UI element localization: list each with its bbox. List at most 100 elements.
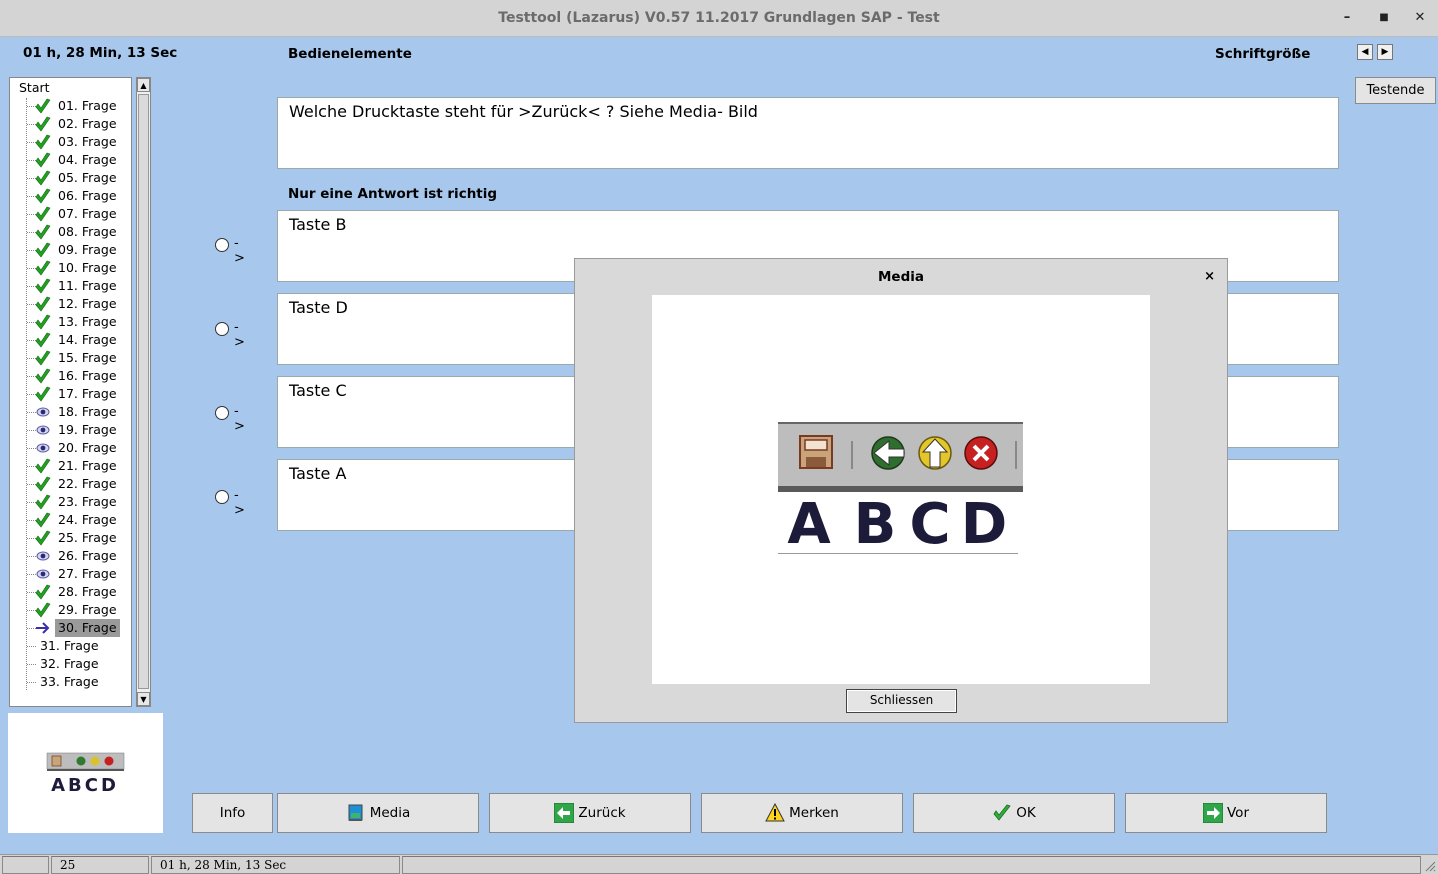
tree-root[interactable]: Start — [19, 80, 50, 95]
arrow-right-icon — [1203, 803, 1223, 823]
check-icon — [35, 152, 51, 168]
tree-item[interactable]: 17. Frage — [26, 385, 131, 403]
window-title: Testtool (Lazarus) V0.57 11.2017 Grundla… — [498, 10, 940, 26]
tree-item-label: 18. Frage — [58, 404, 117, 419]
mark-button[interactable]: Merken — [701, 793, 903, 833]
tree-item[interactable]: 06. Frage — [26, 187, 131, 205]
tree-item[interactable]: 26. Frage — [26, 547, 131, 565]
tree-item-label: 11. Frage — [58, 278, 117, 293]
info-button[interactable]: Info — [192, 793, 273, 833]
scroll-up-icon[interactable]: ▲ — [137, 78, 150, 92]
tree-item[interactable]: 07. Frage — [26, 205, 131, 223]
tree-item-label: 06. Frage — [58, 188, 117, 203]
timer: 01 h, 28 Min, 13 Sec — [23, 45, 178, 61]
radio-icon[interactable] — [215, 322, 229, 336]
tree-item[interactable]: 08. Frage — [26, 223, 131, 241]
tree-item[interactable]: 28. Frage — [26, 583, 131, 601]
next-button[interactable]: Vor — [1125, 793, 1327, 833]
tree-item[interactable]: 02. Frage — [26, 115, 131, 133]
tree-item[interactable]: 31. Frage — [26, 637, 131, 655]
answer-hint: Nur eine Antwort ist richtig — [288, 186, 498, 202]
radio-icon[interactable] — [215, 238, 229, 252]
radio-arrow: -> — [234, 488, 245, 518]
tree-item[interactable]: 33. Frage — [26, 673, 131, 691]
fontsize-decrease-button[interactable]: ◀ — [1357, 44, 1373, 60]
back-button[interactable]: Zurück — [489, 793, 691, 833]
tree-item-label: 14. Frage — [58, 332, 117, 347]
section-title: Bedienelemente — [288, 46, 412, 62]
tree-item[interactable]: 15. Frage — [26, 349, 131, 367]
check-icon — [35, 512, 51, 528]
fontsize-increase-button[interactable]: ▶ — [1377, 44, 1393, 60]
tree-item[interactable]: 05. Frage — [26, 169, 131, 187]
scroll-down-icon[interactable]: ▼ — [137, 692, 150, 706]
scroll-thumb[interactable] — [138, 94, 149, 689]
tree-item-label: 05. Frage — [58, 170, 117, 185]
tree-item[interactable]: 09. Frage — [26, 241, 131, 259]
tree-item[interactable]: 16. Frage — [26, 367, 131, 385]
check-icon — [35, 602, 51, 618]
tree-item[interactable]: 30. Frage — [26, 619, 131, 637]
tree-item-label: 03. Frage — [58, 134, 117, 149]
question-tree[interactable]: Start 01. Frage 02. Frage 03. Frage 04. Fra… — [9, 77, 132, 707]
tree-scrollbar[interactable]: ▲ ▼ — [136, 77, 151, 707]
mark-label: Merken — [789, 805, 839, 821]
tree-item-label: 20. Frage — [58, 440, 117, 455]
title-bar: Testtool (Lazarus) V0.57 11.2017 Grundla… — [0, 0, 1438, 37]
tree-item[interactable]: 27. Frage — [26, 565, 131, 583]
tree-item[interactable]: 10. Frage — [26, 259, 131, 277]
tree-item-label: 01. Frage — [58, 98, 117, 113]
tree-item-label: 30. Frage — [55, 619, 120, 637]
tree-item[interactable]: 19. Frage — [26, 421, 131, 439]
end-test-button[interactable]: Testende — [1355, 77, 1436, 104]
eye-icon — [35, 440, 51, 456]
thumbnail-image: ABCD — [46, 752, 125, 796]
status-bar: 25 01 h, 28 Min, 13 Sec — [0, 854, 1438, 874]
tree-item-label: 23. Frage — [58, 494, 117, 509]
tree-item[interactable]: 14. Frage — [26, 331, 131, 349]
check-icon — [35, 98, 51, 114]
tree-item[interactable]: 24. Frage — [26, 511, 131, 529]
close-icon[interactable]: ✕ — [1411, 9, 1429, 27]
tree-item-label: 32. Frage — [40, 656, 99, 671]
ok-button[interactable]: OK — [913, 793, 1115, 833]
tree-item[interactable]: 22. Frage — [26, 475, 131, 493]
tree-item-label: 17. Frage — [58, 386, 117, 401]
maximize-icon[interactable]: ■ — [1375, 9, 1393, 27]
radio-icon[interactable] — [215, 406, 229, 420]
radio-icon[interactable] — [215, 490, 229, 504]
tree-item[interactable]: 18. Frage — [26, 403, 131, 421]
tree-item[interactable]: 13. Frage — [26, 313, 131, 331]
tree-item[interactable]: 11. Frage — [26, 277, 131, 295]
status-cell-time: 01 h, 28 Min, 13 Sec — [151, 856, 400, 874]
tree-item[interactable]: 04. Frage — [26, 151, 131, 169]
media-image: A B C D — [652, 295, 1150, 684]
media-thumbnail[interactable]: ABCD — [8, 713, 163, 833]
tree-item[interactable]: 23. Frage — [26, 493, 131, 511]
tree-item-label: 04. Frage — [58, 152, 117, 167]
arrow-left-icon — [554, 803, 575, 823]
close-media-button[interactable]: Schliessen — [846, 689, 957, 713]
minimize-icon[interactable]: – — [1338, 9, 1356, 27]
tree-item[interactable]: 25. Frage — [26, 529, 131, 547]
tree-item[interactable]: 20. Frage — [26, 439, 131, 457]
tree-item-label: 19. Frage — [58, 422, 117, 437]
check-icon — [35, 332, 51, 348]
back-label: Zurück — [578, 805, 626, 821]
tree-item[interactable]: 32. Frage — [26, 655, 131, 673]
tree-item-label: 28. Frage — [58, 584, 117, 599]
media-button[interactable]: Media — [277, 793, 479, 833]
tree-item-label: 22. Frage — [58, 476, 117, 491]
tree-item[interactable]: 21. Frage — [26, 457, 131, 475]
check-icon — [35, 494, 51, 510]
media-dialog-title: Media — [878, 269, 924, 285]
tree-item[interactable]: 01. Frage — [26, 97, 131, 115]
tree-item[interactable]: 12. Frage — [26, 295, 131, 313]
warning-icon — [765, 803, 785, 822]
tree-item[interactable]: 29. Frage — [26, 601, 131, 619]
tree-item-label: 02. Frage — [58, 116, 117, 131]
cancel-icon — [964, 436, 998, 470]
resize-grip-icon[interactable] — [1424, 858, 1436, 872]
media-close-icon[interactable]: × — [1204, 269, 1215, 284]
tree-item[interactable]: 03. Frage — [26, 133, 131, 151]
